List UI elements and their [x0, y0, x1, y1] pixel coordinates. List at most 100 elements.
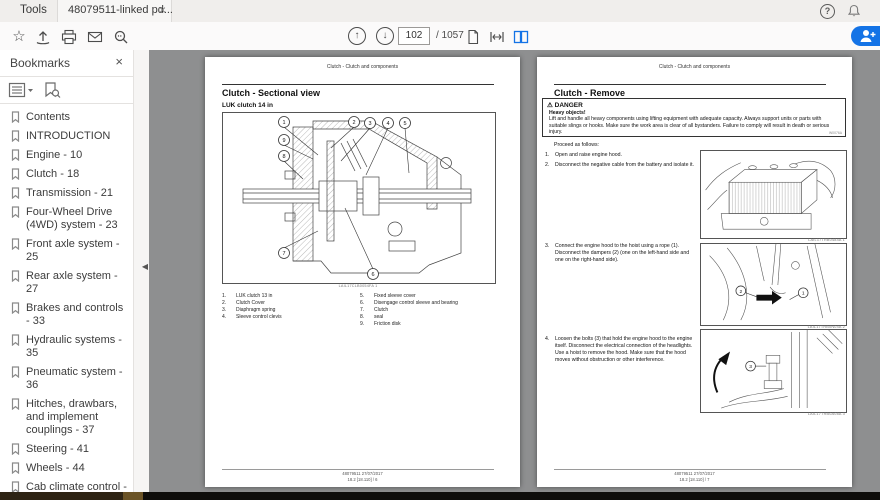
bookmark-item-pneumatic[interactable]: Pneumatic system - 36 — [0, 363, 133, 395]
bookmark-icon — [11, 130, 20, 142]
bookmarks-list: Contents INTRODUCTION Engine - 10 Clutch… — [0, 108, 133, 492]
figure-caption: LAIL17CLB0054FA 1 — [222, 284, 494, 288]
taskbar-segment — [123, 492, 143, 500]
bookmark-icon — [11, 238, 20, 250]
sectional-view-figure: 1 2 3 4 5 9 8 7 6 — [222, 112, 496, 284]
callout-4: 4 — [386, 121, 389, 127]
callout-2: 2 — [352, 120, 355, 126]
callout-6: 6 — [371, 272, 374, 278]
single-page-view-icon[interactable] — [464, 28, 482, 46]
hood-hoist-figure: 2 1 — [700, 243, 847, 326]
document-scroll-area[interactable]: Clutch - Clutch and components Clutch - … — [149, 50, 880, 492]
bookmarks-panel-title: Bookmarks — [10, 56, 70, 70]
close-tab-icon[interactable]: × — [159, 3, 166, 17]
search-icon[interactable] — [112, 28, 130, 46]
header-rule — [222, 84, 494, 85]
bookmark-item-cab-climate[interactable]: Cab climate control - 50 — [0, 478, 133, 492]
collapse-sidebar-icon[interactable]: ◀ — [142, 262, 148, 271]
bookmark-icon — [11, 443, 20, 455]
bookmark-icon — [11, 270, 20, 282]
tab-tools[interactable]: Tools — [20, 4, 47, 16]
sidebar-splitter[interactable]: ◀ — [134, 50, 149, 492]
notifications-bell-icon[interactable] — [847, 4, 861, 18]
bookmark-item-4wd-system[interactable]: Four-Wheel Drive (4WD) system - 23 — [0, 203, 133, 235]
bookmark-icon — [11, 111, 20, 123]
help-icon[interactable]: ? — [820, 4, 835, 19]
legend-item: 5.Fixed sleeve cover — [360, 293, 500, 299]
bookmark-item-wheels[interactable]: Wheels - 44 — [0, 459, 133, 478]
legend-item: 3.Diaphragm spring — [222, 307, 354, 313]
step-3: 3.Connect the engine hood to the hoist u… — [545, 243, 697, 264]
taskbar-segment — [0, 492, 123, 500]
bookmark-item-hydraulic[interactable]: Hydraulic systems - 35 — [0, 331, 133, 363]
find-current-bookmark-icon[interactable] — [42, 81, 62, 99]
danger-body: Lift and handle all heavy components usi… — [549, 116, 837, 136]
bookmark-icon — [11, 334, 20, 346]
bookmark-item-transmission[interactable]: Transmission - 21 — [0, 184, 133, 203]
page-total-label: / 1057 — [436, 30, 464, 41]
legend-item: 2.Clutch Cover — [222, 300, 354, 306]
bookmark-item-introduction[interactable]: INTRODUCTION — [0, 127, 133, 146]
header-rule — [554, 84, 826, 85]
bookmark-icon — [11, 149, 20, 161]
legend-item: 9.Friction disk — [360, 321, 500, 327]
bookmark-icon — [11, 398, 20, 410]
bookmark-item-engine[interactable]: Engine - 10 — [0, 146, 133, 165]
callout-3: 3 — [368, 121, 371, 127]
taskbar-strip — [0, 492, 880, 500]
danger-code: W0076A — [829, 131, 842, 135]
section-title: Clutch - Remove — [554, 88, 625, 98]
legend-item: 4.Sleeve control clevis — [222, 314, 354, 320]
tab-bar: Tools 48079511-linked pd... × ? — [0, 0, 880, 23]
legend-item: 6.Disengage control sleeve and bearing — [360, 300, 500, 306]
bookmark-icon — [11, 481, 20, 492]
footer-rule — [222, 469, 494, 470]
bookmark-icon — [11, 206, 20, 218]
previous-page-button[interactable]: ↑ — [348, 27, 366, 45]
share-person-button[interactable] — [851, 26, 880, 46]
print-icon[interactable] — [60, 28, 78, 46]
favorite-star-icon[interactable]: ☆ — [10, 28, 28, 46]
pdf-page-right: Clutch - Clutch and components Clutch - … — [537, 57, 852, 487]
section-subtitle: LUK clutch 14 in — [222, 102, 273, 109]
callout-1: 1 — [802, 291, 805, 297]
tab-document[interactable]: 48079511-linked pd... × — [57, 0, 172, 22]
divider — [0, 103, 133, 104]
bookmark-icon — [11, 366, 20, 378]
callout-5: 5 — [403, 121, 406, 127]
legend-item: 7.Clutch — [360, 307, 500, 313]
share-upload-icon[interactable] — [34, 28, 52, 46]
next-page-button[interactable]: ↓ — [376, 27, 394, 45]
callout-7: 7 — [282, 251, 285, 257]
fit-width-icon[interactable] — [488, 28, 506, 46]
step-4: 4.Loosen the bolts (3) that hold the eng… — [545, 336, 697, 363]
bookmarks-close-icon[interactable]: × — [115, 54, 123, 69]
divider — [0, 76, 133, 77]
callout-2: 2 — [739, 289, 742, 295]
document-tab-title: 48079511-linked pd... — [68, 4, 173, 16]
footer-doc-number: 48079511 27/07/2017 — [205, 471, 520, 476]
bookmark-item-brakes[interactable]: Brakes and controls - 33 — [0, 299, 133, 331]
step-1: 1.Open and raise engine hood. — [545, 152, 697, 159]
pdf-page-left: Clutch - Clutch and components Clutch - … — [205, 57, 520, 487]
callout-9: 9 — [282, 138, 285, 144]
bookmark-item-clutch[interactable]: Clutch - 18 — [0, 165, 133, 184]
battery-figure — [700, 150, 847, 239]
figure-caption: LAIL17TRB0484A 1 — [700, 238, 845, 242]
callout-1: 1 — [282, 120, 285, 126]
bookmark-item-hitches[interactable]: Hitches, drawbars, and implement couplin… — [0, 395, 133, 440]
bookmark-options-icon[interactable] — [8, 81, 34, 99]
bookmark-icon — [11, 462, 20, 474]
bookmark-item-rear-axle[interactable]: Rear axle system - 27 — [0, 267, 133, 299]
bookmark-item-steering[interactable]: Steering - 41 — [0, 440, 133, 459]
two-page-view-icon[interactable] — [512, 28, 530, 46]
person-add-icon — [858, 28, 878, 44]
page-number-input[interactable]: 102 — [398, 27, 430, 45]
email-icon[interactable] — [86, 28, 104, 46]
footer-doc-number: 48079511 27/07/2017 — [537, 471, 852, 476]
danger-warning-box: ⚠ DANGER Heavy objects! Lift and handle … — [542, 98, 846, 137]
bookmark-item-contents[interactable]: Contents — [0, 108, 133, 127]
footer-page-number: 18.2 [18.110] / 7 — [537, 477, 852, 482]
callout-8: 8 — [282, 154, 285, 160]
bookmark-item-front-axle[interactable]: Front axle system - 25 — [0, 235, 133, 267]
